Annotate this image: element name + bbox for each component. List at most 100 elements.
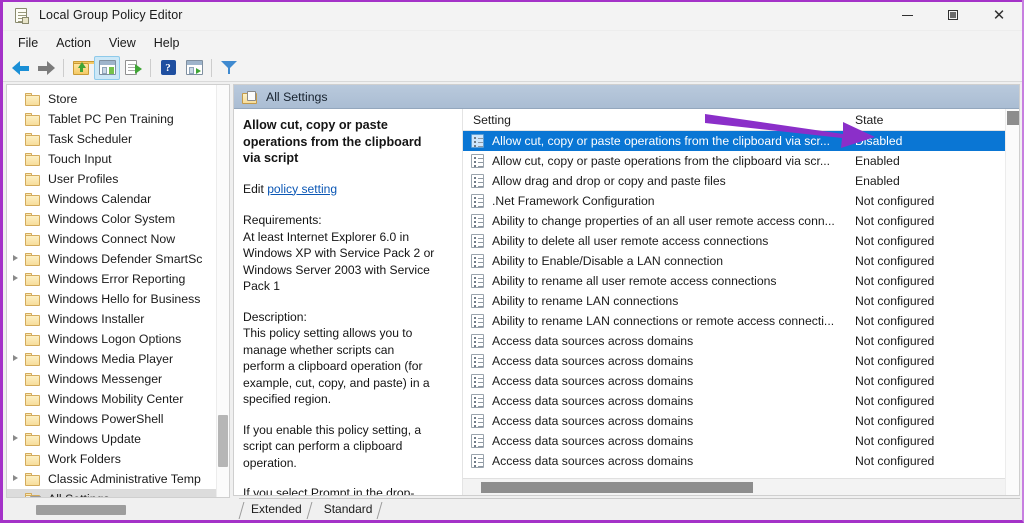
tree-item-touch-input[interactable]: Touch Input xyxy=(7,149,217,169)
description-paragraph-2: If you enable this policy setting, a scr… xyxy=(243,422,422,470)
column-header-state[interactable]: State xyxy=(855,113,1005,127)
setting-state-cell: Not configured xyxy=(855,274,935,288)
tree-item-label: Windows Update xyxy=(48,432,141,446)
requirements-block: Requirements: At least Internet Explorer … xyxy=(243,212,438,295)
table-row[interactable]: Ability to delete all user remote access… xyxy=(463,231,1005,251)
table-row[interactable]: Ability to Enable/Disable a LAN connecti… xyxy=(463,251,1005,271)
setting-state-cell: Not configured xyxy=(855,314,935,328)
setting-state-cell: Not configured xyxy=(855,294,935,308)
title-bar: Local Group Policy Editor ✕ xyxy=(3,0,1022,31)
description-label: Description: xyxy=(243,309,307,324)
policy-document-icon xyxy=(13,7,30,24)
table-row[interactable]: Ability to rename LAN connections Not con… xyxy=(463,291,1005,311)
column-header-setting[interactable]: Setting xyxy=(463,113,855,127)
list-vertical-scroll-thumb[interactable] xyxy=(1007,111,1019,125)
window-controls: ✕ xyxy=(884,0,1022,31)
table-row[interactable]: Access data sources across domains Not co… xyxy=(463,331,1005,351)
menu-action[interactable]: Action xyxy=(47,33,100,53)
table-row[interactable]: .Net Framework Configuration Not configur… xyxy=(463,191,1005,211)
show-hide-action-pane-icon xyxy=(185,60,203,75)
chevron-right-icon[interactable] xyxy=(13,255,18,261)
tree-item-windows-calendar[interactable]: Windows Calendar xyxy=(7,189,217,209)
table-row[interactable]: Allow drag and drop or copy and paste fi… xyxy=(463,171,1005,191)
folder-icon xyxy=(25,132,41,146)
policy-setting-icon xyxy=(471,234,484,248)
setting-name-cell: Access data sources across domains xyxy=(492,334,694,348)
tree-vertical-scrollbar[interactable] xyxy=(216,85,229,497)
folder-icon xyxy=(25,252,41,266)
tree-item-task-scheduler[interactable]: Task Scheduler xyxy=(7,129,217,149)
setting-name-cell: Ability to change properties of an all u… xyxy=(492,214,835,228)
close-button[interactable]: ✕ xyxy=(976,0,1022,31)
tree-item-classic-administrative-temp[interactable]: Classic Administrative Temp xyxy=(7,469,217,489)
tree-item-windows-messenger[interactable]: Windows Messenger xyxy=(7,369,217,389)
policy-setting-icon xyxy=(471,374,484,388)
chevron-right-icon[interactable] xyxy=(13,475,18,481)
up-one-level-button[interactable] xyxy=(68,56,97,80)
tree-item-tablet-pc-pen-training[interactable]: Tablet PC Pen Training xyxy=(7,109,217,129)
table-row[interactable]: Allow cut, copy or paste operations from… xyxy=(463,151,1005,171)
table-row[interactable]: Access data sources across domains Not co… xyxy=(463,351,1005,371)
tree-item-work-folders[interactable]: Work Folders xyxy=(7,449,217,469)
tree-item-windows-connect-now[interactable]: Windows Connect Now xyxy=(7,229,217,249)
forward-button[interactable] xyxy=(33,56,59,80)
export-list-button[interactable] xyxy=(120,56,146,80)
folder-icon xyxy=(25,272,41,286)
minimize-button[interactable] xyxy=(884,0,930,31)
menu-view[interactable]: View xyxy=(100,33,145,53)
tree-item-windows-color-system[interactable]: Windows Color System xyxy=(7,209,217,229)
table-row[interactable]: Ability to change properties of an all u… xyxy=(463,211,1005,231)
table-row[interactable]: Access data sources across domains Not co… xyxy=(463,371,1005,391)
list-horizontal-scroll-thumb[interactable] xyxy=(481,482,753,493)
table-row[interactable]: Access data sources across domains Not co… xyxy=(463,411,1005,431)
table-row[interactable]: Access data sources across domains Not co… xyxy=(463,391,1005,411)
help-button[interactable]: ? xyxy=(155,56,181,80)
tree-horizontal-scroll-thumb[interactable] xyxy=(36,505,126,515)
tab-extended[interactable]: Extended xyxy=(238,500,313,520)
export-list-icon xyxy=(124,60,142,75)
tree-vertical-scroll-thumb[interactable] xyxy=(218,415,228,467)
table-row[interactable]: Ability to rename LAN connections or rem… xyxy=(463,311,1005,331)
setting-state-cell: Enabled xyxy=(855,174,900,188)
show-hide-console-tree-button[interactable] xyxy=(94,55,120,80)
setting-name-cell: Allow cut, copy or paste operations from… xyxy=(492,154,831,168)
table-row[interactable]: Access data sources across domains Not co… xyxy=(463,451,1005,471)
tree-item-windows-logon-options[interactable]: Windows Logon Options xyxy=(7,329,217,349)
list-horizontal-scrollbar[interactable] xyxy=(463,478,1005,495)
menu-help[interactable]: Help xyxy=(145,33,189,53)
tree-item-windows-installer[interactable]: Windows Installer xyxy=(7,309,217,329)
tree-item-windows-update[interactable]: Windows Update xyxy=(7,429,217,449)
tree-item-windows-hello-for-business[interactable]: Windows Hello for Business xyxy=(7,289,217,309)
tab-standard[interactable]: Standard xyxy=(312,500,383,520)
chevron-right-icon[interactable] xyxy=(13,275,18,281)
filter-button[interactable] xyxy=(216,56,242,80)
table-row[interactable]: Access data sources across domains Not co… xyxy=(463,431,1005,451)
tree-item-windows-mobility-center[interactable]: Windows Mobility Center xyxy=(7,389,217,409)
table-row[interactable]: Allow cut, copy or paste operations from… xyxy=(463,131,1005,151)
list-vertical-scrollbar[interactable] xyxy=(1005,109,1019,495)
policy-description-pane: Allow cut, copy or paste operations from… xyxy=(234,109,462,495)
tree-horizontal-scrollbar[interactable] xyxy=(6,503,230,517)
tree-item-store[interactable]: Store xyxy=(7,89,217,109)
console-tree-pane: Store Tablet PC Pen Training Task Schedule… xyxy=(6,84,230,498)
back-button[interactable] xyxy=(7,56,33,80)
tree-item-windows-error-reporting[interactable]: Windows Error Reporting xyxy=(7,269,217,289)
tree-item-windows-powershell[interactable]: Windows PowerShell xyxy=(7,409,217,429)
setting-state-cell: Enabled xyxy=(855,154,900,168)
settings-list-rows: Allow cut, copy or paste operations from… xyxy=(463,131,1005,471)
setting-state-cell: Not configured xyxy=(855,254,935,268)
chevron-right-icon[interactable] xyxy=(13,355,18,361)
edit-policy-setting-link[interactable]: policy setting xyxy=(267,182,337,196)
policy-setting-icon xyxy=(471,454,484,468)
table-row[interactable]: Ability to rename all user remote access… xyxy=(463,271,1005,291)
tree-item-windows-defender-smartsc[interactable]: Windows Defender SmartSc xyxy=(7,249,217,269)
chevron-right-icon[interactable] xyxy=(13,435,18,441)
menu-file[interactable]: File xyxy=(9,33,47,53)
tree-item-all-settings[interactable]: All Settings xyxy=(7,489,217,497)
folder-icon xyxy=(25,92,41,106)
tree-item-windows-media-player[interactable]: Windows Media Player xyxy=(7,349,217,369)
policy-setting-icon xyxy=(471,434,484,448)
tree-item-user-profiles[interactable]: User Profiles xyxy=(7,169,217,189)
show-hide-action-pane-button[interactable] xyxy=(181,56,207,80)
maximize-button[interactable] xyxy=(930,0,976,31)
